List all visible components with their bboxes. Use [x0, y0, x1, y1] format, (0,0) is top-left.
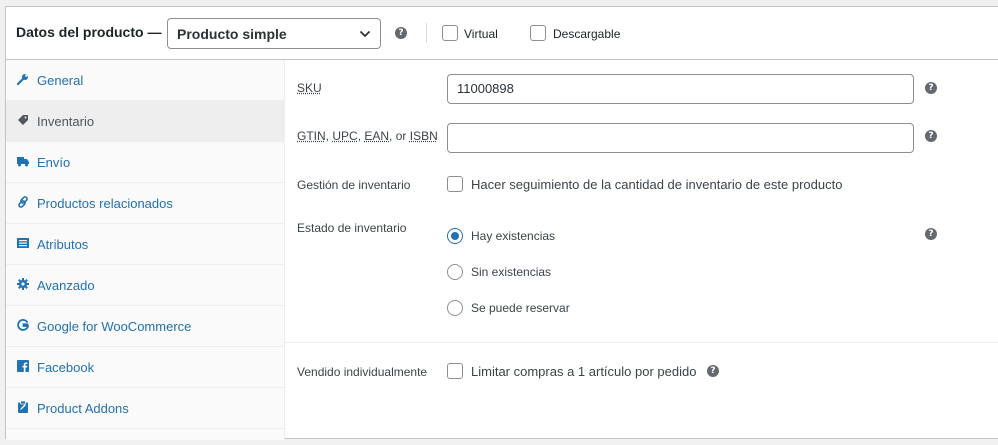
gtin-label: GTIN, UPC, EAN, or ISBN [297, 129, 438, 143]
tab-label: General [37, 73, 84, 88]
tab-label: Facebook [37, 360, 95, 375]
stock-status-backorder-radio[interactable] [447, 300, 463, 316]
sold-individually-checkbox[interactable] [447, 363, 463, 379]
downloadable-checkbox[interactable] [530, 25, 546, 41]
tab-product-addons[interactable]: Product Addons [6, 388, 285, 429]
help-icon[interactable]: ? [925, 130, 937, 142]
list-icon [17, 238, 29, 248]
header-divider [426, 23, 427, 43]
help-icon[interactable]: ? [395, 27, 407, 39]
truck-icon [17, 157, 29, 167]
sold-individually-checkbox-label: Limitar compras a 1 artículo por pedido [471, 364, 697, 379]
sku-label: SKU [297, 81, 322, 95]
product-data-header: Datos del producto — Producto simple ? V… [6, 7, 998, 60]
clipboard-icon [18, 401, 28, 413]
product-data-panel: Datos del producto — Producto simple ? V… [5, 6, 998, 440]
help-icon[interactable]: ? [925, 228, 937, 240]
sold-individually-label: Vendido individualmente [297, 365, 428, 379]
gear-icon [17, 278, 29, 290]
section-divider [285, 342, 998, 343]
tab-label: Atributos [37, 237, 89, 252]
tab-advanced[interactable]: Avanzado [6, 265, 285, 306]
product-type-select[interactable]: Producto simple [167, 18, 381, 49]
tab-label: Product Addons [37, 401, 129, 416]
downloadable-label: Descargable [553, 27, 621, 41]
facebook-icon [17, 360, 29, 372]
stock-management-checkbox[interactable] [447, 176, 463, 192]
product-type-value: Producto simple [177, 25, 287, 42]
link-icon [18, 196, 28, 208]
tab-label: Google for WooCommerce [37, 319, 192, 334]
tab-label: Productos relacionados [37, 196, 173, 211]
tab-shipping[interactable]: Envío [6, 142, 285, 183]
chevron-down-icon [359, 30, 371, 38]
tag-icon [18, 115, 28, 125]
virtual-checkbox[interactable] [442, 25, 458, 41]
stock-status-instock-radio[interactable] [447, 228, 463, 244]
google-icon [17, 319, 29, 331]
stock-status-option-label: Hay existencias [471, 229, 556, 243]
tab-label: Inventario [37, 114, 95, 129]
tab-facebook[interactable]: Facebook [6, 347, 285, 388]
stock-status-outofstock-radio[interactable] [447, 264, 463, 280]
help-icon[interactable]: ? [707, 365, 719, 377]
tab-label: Avanzado [37, 278, 95, 293]
stock-status-option-label: Sin existencias [471, 265, 552, 279]
help-icon[interactable]: ? [925, 82, 937, 94]
sku-input[interactable]: 11000898 [447, 74, 914, 104]
gtin-input[interactable] [447, 123, 914, 153]
stock-status-label: Estado de inventario [297, 221, 407, 235]
stock-status-option-label: Se puede reservar [471, 301, 570, 315]
tab-general[interactable]: General [6, 60, 285, 101]
stock-management-label: Gestión de inventario [297, 178, 411, 192]
tab-label: Envío [37, 155, 71, 170]
virtual-label: Virtual [464, 27, 498, 41]
product-data-tabs: General Inventario Envío Productos relac… [6, 60, 285, 440]
tab-inventory[interactable]: Inventario [6, 101, 285, 142]
product-data-title: Datos del producto — [16, 24, 162, 40]
tab-google[interactable]: Google for WooCommerce [6, 306, 285, 347]
tab-attributes[interactable]: Atributos [6, 224, 285, 265]
inventory-panel: SKU 11000898 ? GTIN, UPC, EAN, or ISBN ?… [285, 60, 998, 440]
tab-linked-products[interactable]: Productos relacionados [6, 183, 285, 224]
wrench-icon [17, 74, 28, 85]
stock-management-checkbox-label: Hacer seguimiento de la cantidad de inve… [471, 177, 843, 192]
